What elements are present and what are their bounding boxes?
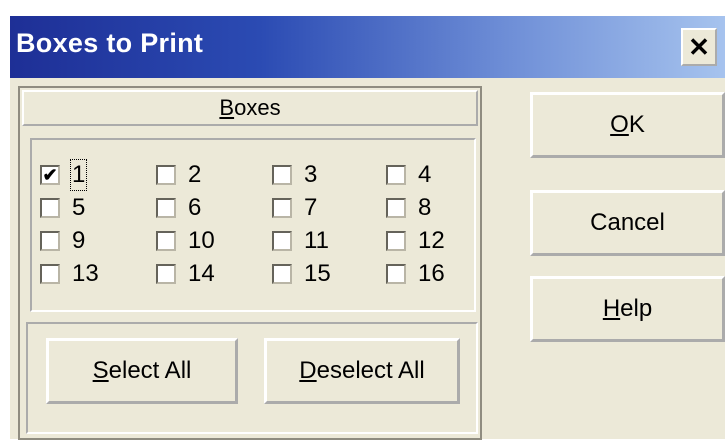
title-bar[interactable]: Boxes to Print ✕ (10, 16, 725, 78)
close-button[interactable]: ✕ (681, 28, 717, 66)
boxes-header: Boxes (22, 90, 478, 126)
boxes-to-print-dialog: Boxes to Print ✕ Boxes ✔ 1 2 3 4 5 6 7 8 9 10 11 12 1… (10, 16, 725, 440)
checkbox-label: 11 (304, 227, 329, 254)
checkbox-box-2[interactable]: 2 (156, 160, 276, 190)
checkbox-square[interactable] (156, 264, 176, 284)
checkbox-box-12[interactable]: 12 (386, 226, 506, 256)
checkbox-square[interactable] (156, 165, 176, 185)
checkmark-icon: ✔ (42, 165, 58, 185)
window-title: Boxes to Print (16, 28, 204, 58)
checkbox-box-5[interactable]: 5 (40, 193, 160, 223)
help-rest: elp (620, 295, 653, 322)
help-mnemonic: H (602, 295, 621, 322)
close-icon: ✕ (688, 31, 710, 62)
select-all-button[interactable]: Select All (46, 338, 238, 404)
checkbox-box-15[interactable]: 15 (272, 259, 392, 289)
checkbox-label: 4 (418, 161, 432, 188)
checkbox-box-7[interactable]: 7 (272, 193, 392, 223)
select-all-mnemonic: S (92, 357, 109, 384)
checkbox-box-6[interactable]: 6 (156, 193, 276, 223)
checkbox-square[interactable] (386, 264, 406, 284)
checkbox-label: 6 (188, 194, 202, 221)
checkbox-box-16[interactable]: 16 (386, 259, 506, 289)
checkbox-square[interactable] (272, 165, 292, 185)
checkbox-label: 3 (304, 161, 318, 188)
checkbox-box-14[interactable]: 14 (156, 259, 276, 289)
ok-mnemonic: O (610, 111, 629, 138)
checkbox-square[interactable] (156, 231, 176, 251)
ok-rest: K (628, 111, 645, 138)
cancel-button[interactable]: Cancel (530, 190, 725, 256)
select-all-rest: elect All (108, 357, 192, 384)
checkbox-square[interactable] (272, 198, 292, 218)
checkbox-label: 14 (188, 260, 215, 287)
checkbox-label: 9 (72, 227, 86, 254)
deselect-all-button[interactable]: Deselect All (264, 338, 460, 404)
checkbox-square[interactable]: ✔ (40, 165, 60, 185)
ok-button[interactable]: OK (530, 92, 725, 158)
checkbox-square[interactable] (386, 165, 406, 185)
checkbox-box-4[interactable]: 4 (386, 160, 506, 190)
checkbox-grid: ✔ 1 2 3 4 5 6 7 8 9 10 11 12 13 14 15 16 (30, 138, 476, 312)
help-button[interactable]: Help (530, 276, 725, 342)
boxes-header-rest: oxes (234, 95, 281, 120)
checkbox-label: 15 (304, 260, 331, 287)
checkbox-box-8[interactable]: 8 (386, 193, 506, 223)
checkbox-label: 16 (418, 260, 445, 287)
checkbox-label: 5 (72, 194, 86, 221)
boxes-header-mnemonic: B (219, 95, 235, 120)
checkbox-square[interactable] (40, 264, 60, 284)
checkbox-label: 12 (418, 227, 445, 254)
checkbox-box-11[interactable]: 11 (272, 226, 392, 256)
checkbox-box-9[interactable]: 9 (40, 226, 160, 256)
checkbox-square[interactable] (40, 231, 60, 251)
checkbox-box-13[interactable]: 13 (40, 259, 160, 289)
checkbox-square[interactable] (272, 231, 292, 251)
checkbox-square[interactable] (156, 198, 176, 218)
checkbox-label: 8 (418, 194, 432, 221)
checkbox-box-1[interactable]: ✔ 1 (40, 159, 160, 191)
deselect-all-mnemonic: D (299, 357, 317, 384)
checkbox-label: 10 (188, 227, 215, 254)
deselect-all-rest: eselect All (316, 357, 425, 384)
checkbox-label: 1 (69, 159, 88, 191)
checkbox-box-10[interactable]: 10 (156, 226, 276, 256)
checkbox-square[interactable] (386, 198, 406, 218)
selection-buttons-frame: Select All Deselect All (26, 322, 478, 434)
checkbox-square[interactable] (386, 231, 406, 251)
checkbox-box-3[interactable]: 3 (272, 160, 392, 190)
checkbox-label: 7 (304, 194, 318, 221)
checkbox-square[interactable] (272, 264, 292, 284)
checkbox-square[interactable] (40, 198, 60, 218)
checkbox-label: 2 (188, 161, 202, 188)
checkbox-label: 13 (72, 260, 99, 287)
boxes-group: Boxes ✔ 1 2 3 4 5 6 7 8 9 10 11 12 13 14 15 16 Select Al… (18, 86, 482, 440)
cancel-label: Cancel (590, 209, 665, 236)
